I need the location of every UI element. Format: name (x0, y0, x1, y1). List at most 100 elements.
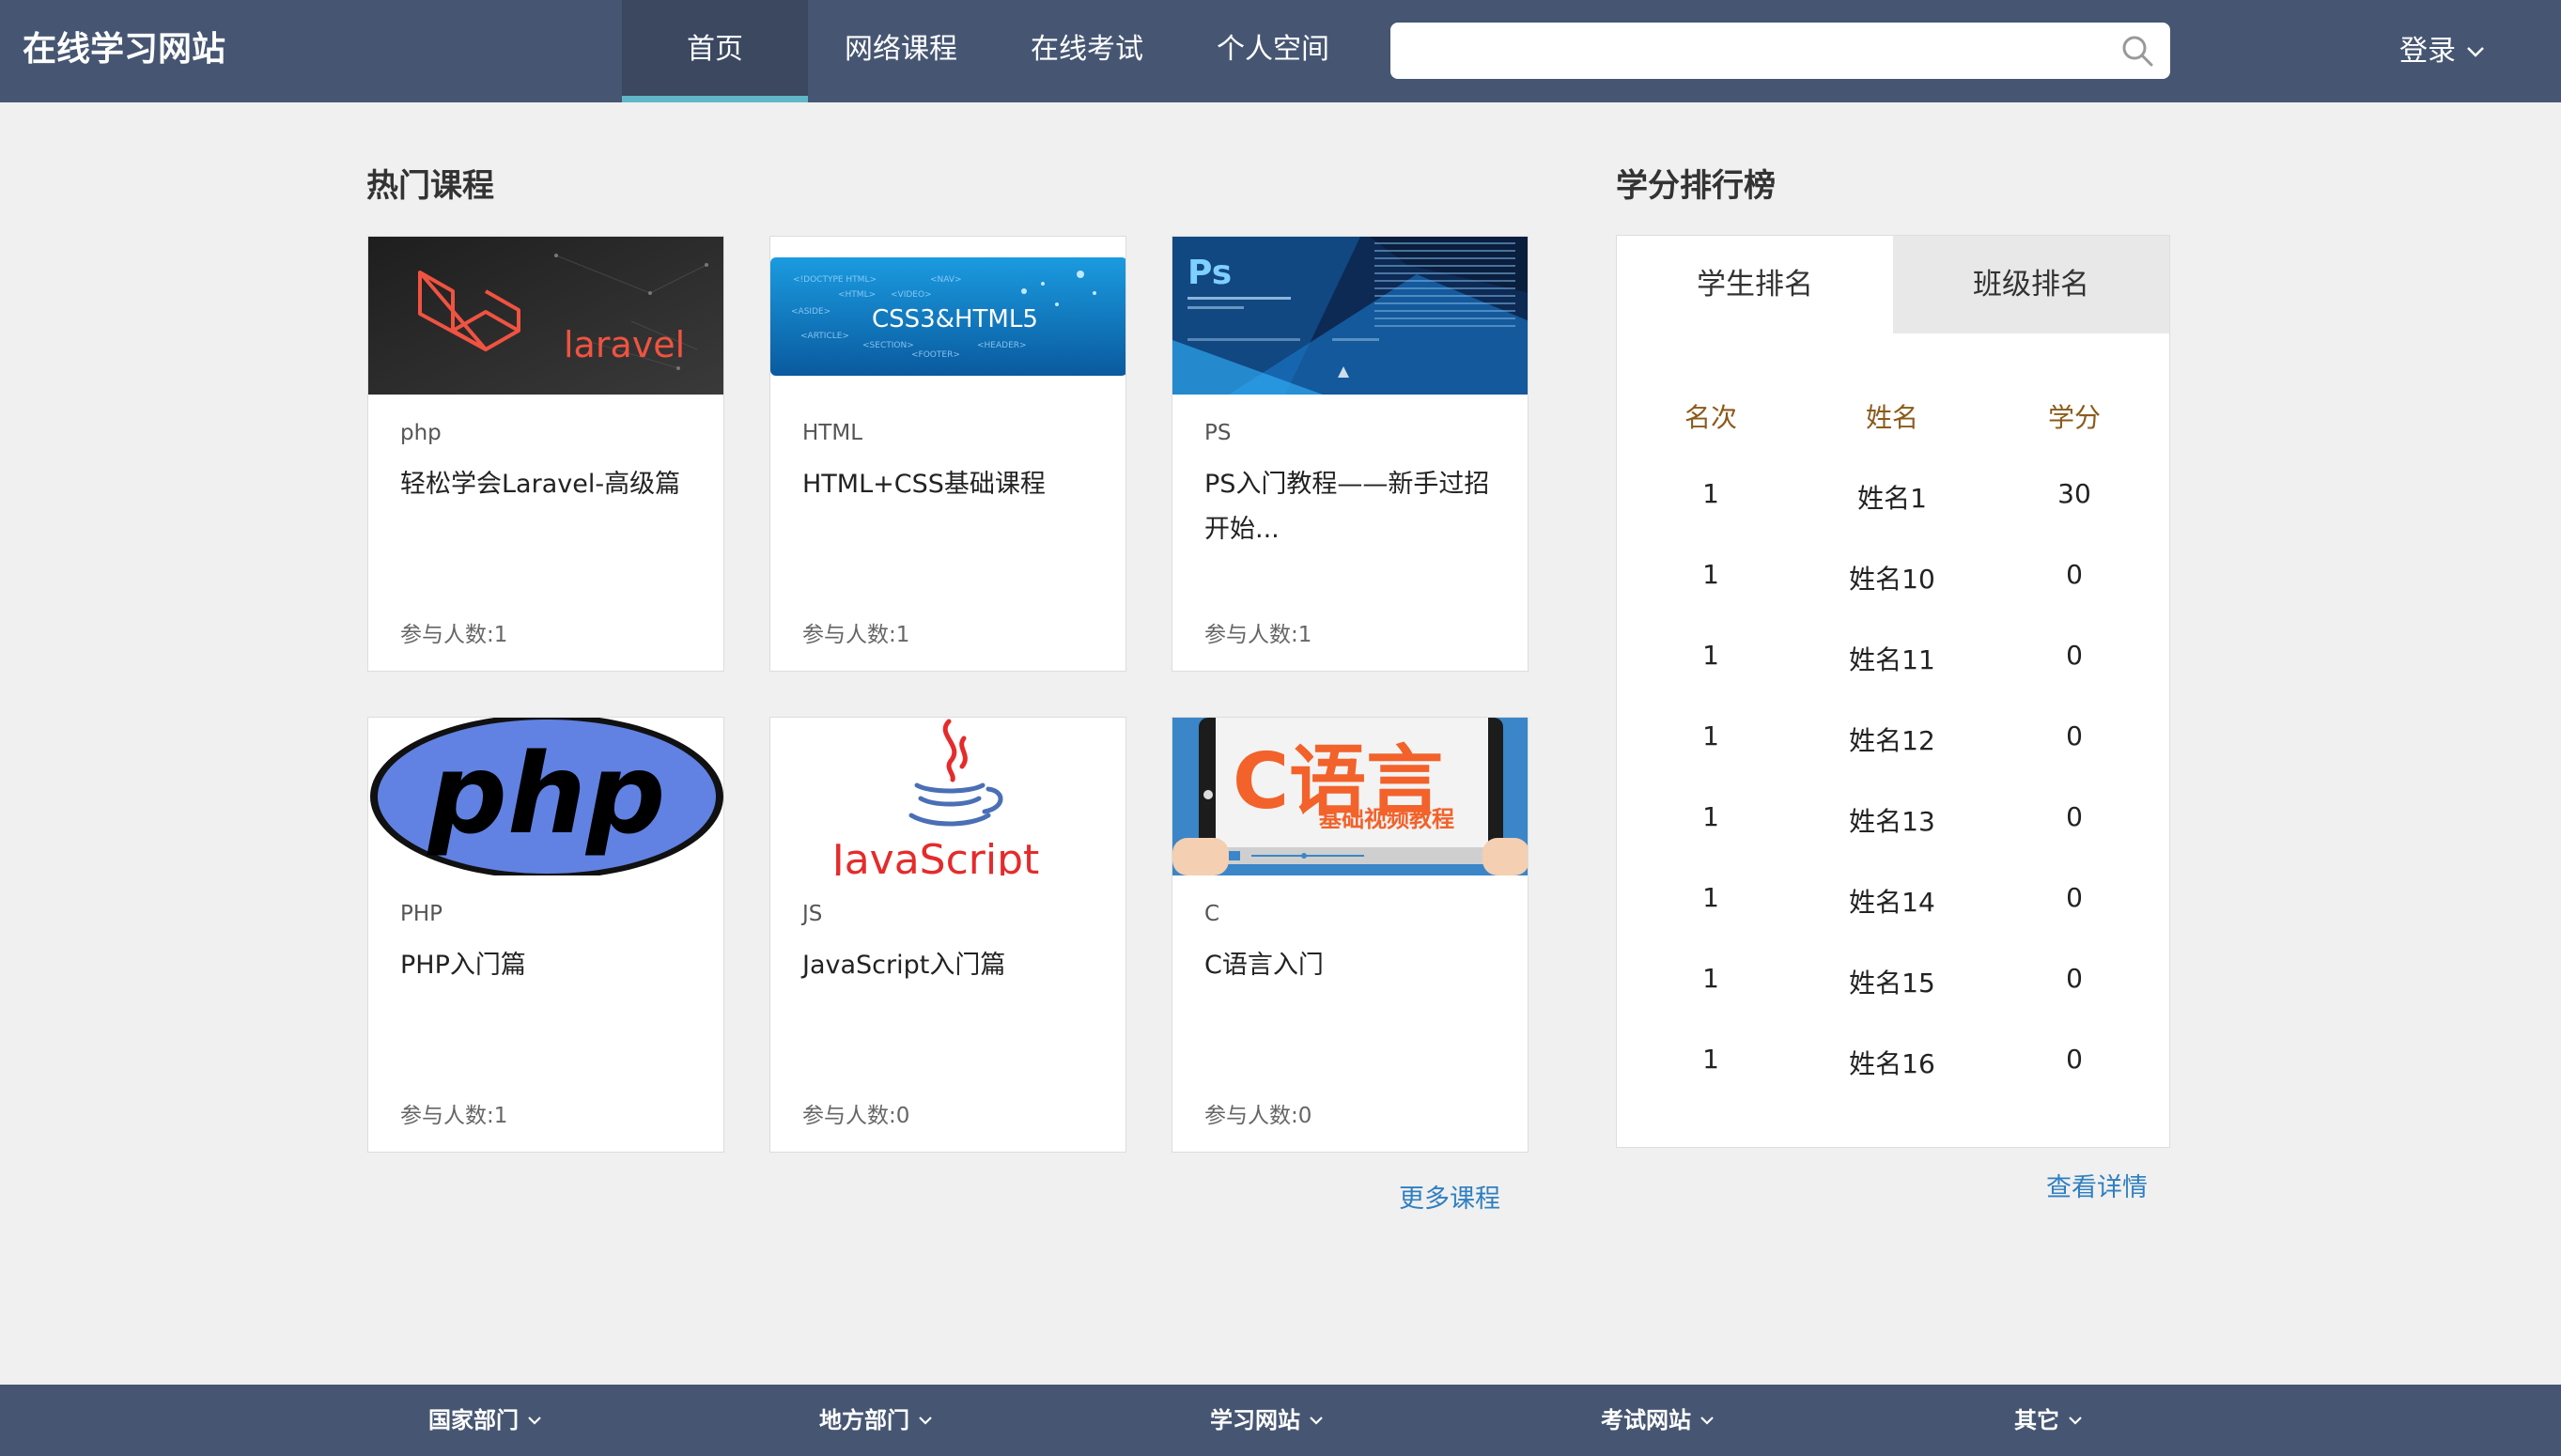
name-cell: 姓名12 (1849, 725, 1935, 756)
course-title[interactable]: C语言入门 (1204, 943, 1505, 988)
name-cell: 姓名13 (1849, 806, 1935, 837)
search-input[interactable] (1390, 23, 2104, 79)
name-cell: 姓名16 (1849, 1048, 1935, 1079)
footer-learning-sites[interactable]: 学习网站 (1210, 1385, 1325, 1456)
search-box (1390, 23, 2170, 79)
laravel-logo-icon: laravel (368, 237, 723, 395)
c-language-banner-icon: C语言 基础视频教程 (1172, 718, 1528, 875)
course-title[interactable]: PHP入门篇 (400, 943, 701, 988)
name-cell: 姓名11 (1849, 644, 1935, 675)
participant-count: 参与人数:1 (802, 623, 910, 647)
ranking-title: 学分排行榜 (1616, 167, 1776, 205)
table-row: 1 姓名10 0 (1617, 559, 2169, 596)
svg-text:<NAV>: <NAV> (930, 275, 962, 285)
column-rank: 名次 (1684, 402, 1737, 433)
table-row: 1 姓名15 0 (1617, 963, 2169, 1000)
rank-cell: 1 (1702, 801, 1719, 832)
course-title[interactable]: 轻松学会Laravel-高级篇 (400, 462, 701, 507)
site-brand[interactable]: 在线学习网站 (23, 0, 225, 102)
svg-text:<VIDEO>: <VIDEO> (891, 290, 932, 300)
rank-cell: 1 (1702, 1044, 1719, 1075)
chevron-down-icon (528, 1417, 541, 1425)
tab-class-ranking[interactable]: 班级排名 (1893, 236, 2169, 333)
credits-cell: 0 (2066, 720, 2083, 751)
credits-cell: 0 (2066, 640, 2083, 671)
course-card[interactable]: php PHP PHP入门篇 参与人数:1 (367, 717, 724, 1153)
column-credits: 学分 (2047, 402, 2101, 433)
view-details-link[interactable]: 查看详情 (2046, 1167, 2148, 1203)
participant-count: 参与人数:1 (400, 623, 508, 647)
chevron-down-icon (2069, 1417, 2082, 1425)
nav-online-exam[interactable]: 在线考试 (994, 0, 1180, 102)
footer-other[interactable]: 其它 (2014, 1385, 2084, 1456)
footer-exam-sites[interactable]: 考试网站 (1601, 1385, 1715, 1456)
column-name: 姓名 (1865, 402, 1918, 433)
hot-courses-title: 热门课程 (366, 167, 494, 205)
tab-student-ranking[interactable]: 学生排名 (1617, 236, 1893, 333)
ranking-panel: 学生排名 班级排名 名次 姓名 学分 1 姓名1 30 1 姓名10 0 1 姓… (1616, 235, 2170, 1148)
footer-item-label: 其它 (2014, 1407, 2059, 1433)
participant-count: 参与人数:0 (1204, 1104, 1312, 1128)
credits-cell: 0 (2066, 801, 2083, 832)
svg-text:<HEADER>: <HEADER> (977, 341, 1027, 350)
rank-cell: 1 (1702, 882, 1719, 913)
name-cell: 姓名10 (1849, 564, 1935, 595)
photoshop-splash-icon: Ps (1172, 237, 1528, 395)
course-card[interactable]: C语言 基础视频教程 C C语言入门 参与人数:0 (1172, 717, 1529, 1153)
course-thumbnail: laravel (368, 237, 723, 395)
table-row: 1 姓名14 0 (1617, 882, 2169, 920)
svg-text:<HTML>: <HTML> (838, 290, 876, 300)
course-title[interactable]: HTML+CSS基础课程 (802, 462, 1103, 507)
name-cell: 姓名15 (1849, 968, 1935, 999)
rank-cell: 1 (1702, 963, 1719, 994)
name-cell: 姓名1 (1857, 483, 1927, 514)
footer-local-departments[interactable]: 地方部门 (819, 1385, 934, 1456)
course-category: HTML (802, 421, 863, 445)
course-title[interactable]: PS入门教程——新手过招 开始... (1204, 462, 1505, 552)
footer-item-label: 国家部门 (428, 1407, 519, 1433)
chevron-down-icon (2467, 46, 2484, 57)
credits-cell: 0 (2066, 559, 2083, 590)
laravel-wordmark: laravel (564, 324, 685, 365)
nav-personal-space[interactable]: 个人空间 (1180, 0, 1366, 102)
course-card[interactable]: Ps PS PS入门教程——新手过招 开始... 参与人数:1 (1172, 236, 1529, 672)
credits-cell: 30 (2057, 478, 2091, 509)
footer-national-departments[interactable]: 国家部门 (428, 1385, 543, 1456)
ranking-tabs: 学生排名 班级排名 (1617, 236, 2169, 333)
course-title[interactable]: JavaScript入门篇 (802, 943, 1103, 988)
css3-html5-wordmark: CSS3&HTML5 (872, 305, 1038, 333)
course-thumbnail: Ps (1172, 237, 1528, 395)
c-language-subtitle: 基础视频教程 (1319, 806, 1454, 832)
course-thumbnail: <!DOCTYPE HTML> <NAV> <HTML> <VIDEO> <AS… (770, 237, 1125, 395)
credits-cell: 0 (2066, 882, 2083, 913)
search-icon[interactable] (2121, 35, 2153, 67)
nav-home[interactable]: 首页 (622, 0, 808, 102)
login-dropdown[interactable]: 登录 (2399, 0, 2486, 102)
table-row: 1 姓名1 30 (1617, 478, 2169, 516)
course-card[interactable]: laravel php 轻松学会Laravel-高级篇 参与人数:1 (367, 236, 724, 672)
chevron-down-icon (1310, 1417, 1323, 1425)
course-category: php (400, 421, 442, 445)
ps-wordmark: Ps (1187, 254, 1232, 292)
svg-text:<ARTICLE>: <ARTICLE> (800, 332, 849, 341)
course-category: C (1204, 902, 1220, 926)
footer-item-label: 学习网站 (1210, 1407, 1300, 1433)
rank-cell: 1 (1702, 720, 1719, 751)
table-row: 1 姓名13 0 (1617, 801, 2169, 839)
ranking-table-header: 名次 姓名 学分 (1617, 397, 2169, 435)
name-cell: 姓名14 (1849, 887, 1935, 918)
participant-count: 参与人数:1 (1204, 623, 1312, 647)
course-card[interactable]: JavaScript JS JavaScript入门篇 参与人数:0 (769, 717, 1126, 1153)
course-card[interactable]: <!DOCTYPE HTML> <NAV> <HTML> <VIDEO> <AS… (769, 236, 1126, 672)
main-nav: 首页 网络课程 在线考试 个人空间 (622, 0, 1366, 102)
svg-text:<!DOCTYPE HTML>: <!DOCTYPE HTML> (793, 275, 877, 285)
php-logo-icon: php (368, 718, 723, 875)
credits-cell: 0 (2066, 963, 2083, 994)
rank-cell: 1 (1702, 478, 1719, 509)
course-category: PS (1204, 421, 1232, 445)
more-courses-link[interactable]: 更多课程 (1399, 1178, 1500, 1215)
nav-online-courses[interactable]: 网络课程 (808, 0, 994, 102)
course-category: PHP (400, 902, 443, 926)
participant-count: 参与人数:1 (400, 1104, 508, 1128)
table-row: 1 姓名11 0 (1617, 640, 2169, 677)
